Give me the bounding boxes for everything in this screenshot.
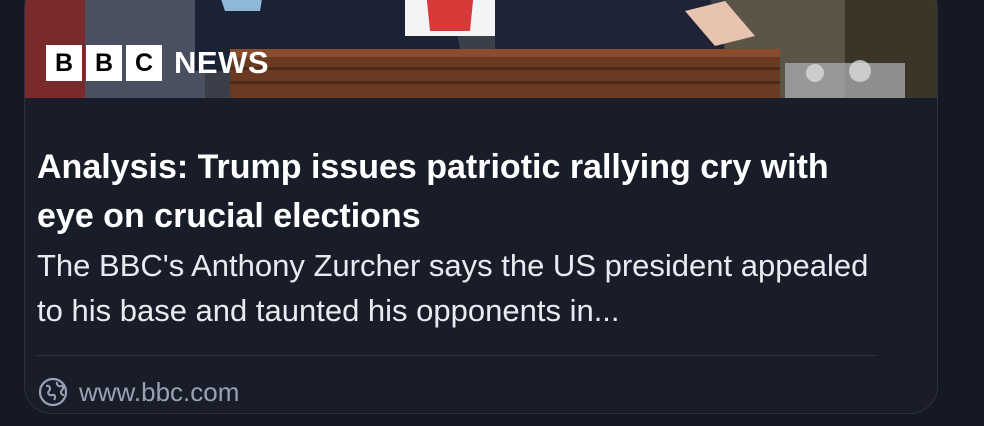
article-headline[interactable]: Analysis: Trump issues patriotic rallyin… [37, 143, 877, 241]
bbc-logo-box-1: B [46, 45, 82, 81]
bbc-news-logo: B B C NEWS [46, 45, 269, 81]
bbc-logo-news-word: NEWS [174, 45, 269, 80]
source-link[interactable]: www.bbc.com [37, 376, 239, 408]
bbc-logo-box-3: C [126, 45, 162, 81]
page: B B C NEWS Analysis: Trump issues patrio… [0, 0, 984, 426]
source-url[interactable]: www.bbc.com [79, 377, 239, 408]
bbc-logo-box-2: B [86, 45, 122, 81]
card-divider [37, 355, 877, 356]
card-text: Analysis: Trump issues patriotic rallyin… [37, 143, 877, 333]
article-thumbnail[interactable]: B B C NEWS [25, 0, 937, 98]
article-description: The BBC's Anthony Zurcher says the US pr… [37, 248, 869, 328]
globe-icon [38, 377, 68, 407]
